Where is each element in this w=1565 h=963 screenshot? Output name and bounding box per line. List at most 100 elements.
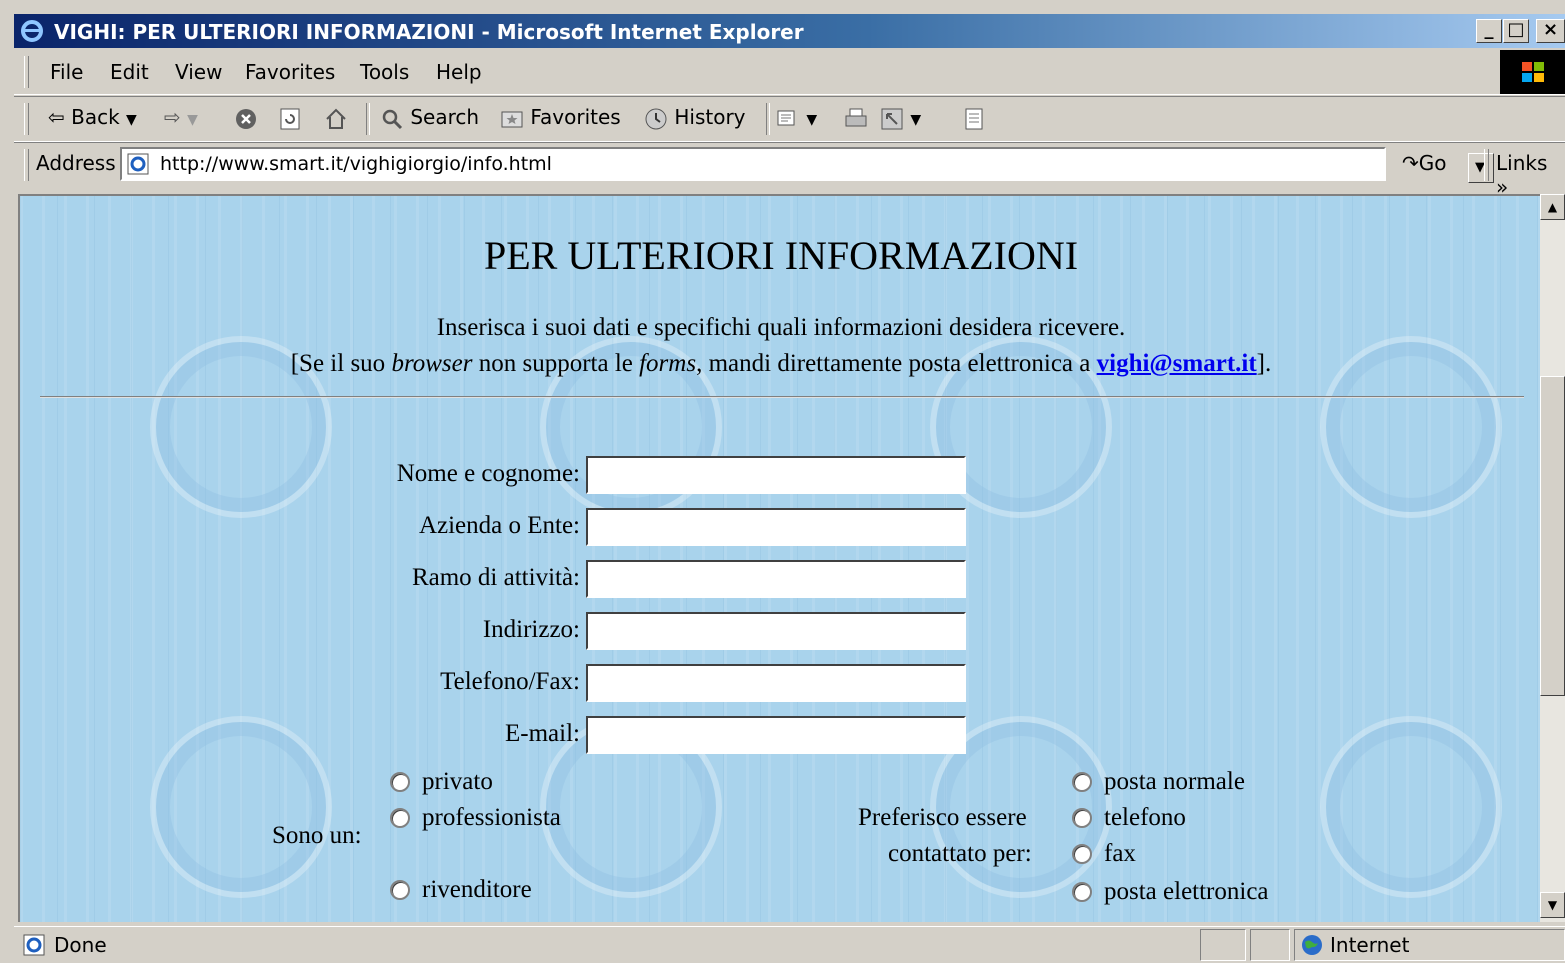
menu-view[interactable]: View: [175, 60, 222, 84]
ie-logo-icon: [21, 20, 43, 42]
back-dropdown-icon[interactable]: ▼: [126, 112, 137, 128]
window-title: VIGHI: PER ULTERIORI INFORMAZIONI - Micr…: [54, 20, 804, 44]
edit-button[interactable]: ▼: [880, 105, 921, 131]
toolbar-separator: [766, 103, 770, 135]
mail-button[interactable]: ▼: [776, 105, 817, 131]
scroll-up-icon: ▲: [1547, 200, 1558, 214]
home-button[interactable]: [324, 105, 348, 131]
address-url: http://www.smart.it/vighigiorgio/info.ht…: [160, 153, 552, 175]
forward-arrow-icon: ⇨: [164, 105, 181, 129]
print-icon: [845, 108, 867, 126]
vertical-scrollbar[interactable]: ▲ ▼: [1540, 194, 1565, 922]
company-label: Azienda o Ente:: [418, 512, 580, 539]
discuss-button[interactable]: [962, 105, 986, 131]
edit-icon: [881, 108, 903, 129]
intro-note: [Se il suo browser non supporta le forms…: [20, 350, 1540, 378]
radio-fax-label: fax: [1104, 840, 1136, 867]
scrollbar-thumb[interactable]: [1540, 376, 1565, 696]
intro-note-part: [Se il suo: [290, 350, 392, 377]
menu-favorites[interactable]: Favorites: [245, 60, 335, 84]
stop-button[interactable]: [234, 105, 258, 131]
radio-privato-label: privato: [422, 768, 493, 795]
email-link[interactable]: vighi@smart.it: [1097, 350, 1257, 377]
sector-input[interactable]: [586, 560, 966, 598]
email-input[interactable]: [586, 716, 966, 754]
intro-note-browser: browser: [391, 350, 473, 377]
status-text: Done: [54, 933, 107, 957]
contact-label-line2: contattato per:: [888, 840, 1032, 867]
search-label: Search: [410, 105, 480, 129]
radio-rivenditore[interactable]: [390, 880, 410, 900]
contact-label-line1: Preferisco essere: [858, 804, 1027, 831]
address-grip[interactable]: [24, 149, 29, 181]
edit-dropdown-icon[interactable]: ▼: [910, 112, 921, 128]
address-bar: Address http://www.smart.it/vighigiorgio…: [14, 142, 1565, 199]
menu-grip[interactable]: [24, 56, 29, 88]
go-label: Go: [1418, 151, 1447, 175]
menu-tools[interactable]: Tools: [360, 60, 409, 84]
radio-professionista[interactable]: [390, 808, 410, 828]
intro-note-part: , mandi direttamente posta elettronica a: [696, 350, 1097, 377]
title-bar: VIGHI: PER ULTERIORI INFORMAZIONI - Micr…: [14, 14, 1565, 48]
links-button[interactable]: Links »: [1496, 151, 1565, 199]
radio-posta-normale-label: posta normale: [1104, 768, 1245, 795]
go-button[interactable]: ↷Go: [1402, 151, 1447, 175]
forward-button[interactable]: ⇨ ▼: [164, 105, 198, 129]
toolbar-grip[interactable]: [24, 103, 29, 135]
zone-text: Internet: [1330, 933, 1410, 957]
radio-privato[interactable]: [390, 772, 410, 792]
address-input[interactable]: [586, 612, 966, 650]
radio-telefono-label: telefono: [1104, 804, 1186, 831]
radio-fax[interactable]: [1072, 844, 1092, 864]
refresh-icon: [280, 108, 300, 129]
intro-text: Inserisca i suoi dati e specifichi quali…: [436, 314, 1126, 341]
page-content: PER ULTERIORI INFORMAZIONI Inserisca i s…: [18, 194, 1540, 922]
sono-un-label: Sono un:: [272, 822, 362, 849]
status-panel: [1250, 929, 1290, 961]
radio-posta-normale[interactable]: [1072, 772, 1092, 792]
radio-telefono[interactable]: [1072, 808, 1092, 828]
maximize-button[interactable]: □: [1503, 19, 1529, 43]
status-panel: [1200, 929, 1246, 961]
favorites-button[interactable]: Favorites: [500, 105, 621, 131]
intro-note-part: non supporta le: [472, 350, 640, 377]
radio-rivenditore-label: rivenditore: [422, 876, 532, 903]
intro-note-forms: forms: [639, 350, 697, 377]
favorites-label: Favorites: [530, 105, 621, 129]
back-arrow-icon: ⇦: [48, 105, 65, 129]
forward-dropdown-icon[interactable]: ▼: [187, 112, 198, 128]
menu-help[interactable]: Help: [436, 60, 482, 84]
search-button[interactable]: Search: [380, 105, 479, 131]
address-dropdown-button[interactable]: ▼: [1468, 153, 1494, 183]
radio-posta-elettronica-label: posta elettronica: [1104, 878, 1269, 905]
address-input[interactable]: http://www.smart.it/vighigiorgio/info.ht…: [120, 147, 1494, 183]
globe-icon: [1302, 935, 1322, 955]
phone-fax-input[interactable]: [586, 664, 966, 702]
scroll-down-button[interactable]: ▼: [1540, 892, 1565, 918]
menu-file[interactable]: File: [50, 60, 83, 84]
mail-dropdown-icon[interactable]: ▼: [806, 112, 817, 128]
name-input[interactable]: [586, 456, 966, 494]
links-grip[interactable]: [1484, 149, 1489, 181]
page-title: PER ULTERIORI INFORMAZIONI: [483, 233, 1079, 278]
stop-icon: [236, 108, 256, 129]
menu-edit[interactable]: Edit: [110, 60, 149, 84]
page-icon: [127, 153, 149, 175]
back-button[interactable]: ⇦ Back ▼: [48, 105, 137, 129]
scroll-up-button[interactable]: ▲: [1540, 194, 1565, 220]
minimize-button[interactable]: _: [1476, 19, 1502, 43]
mail-icon: [777, 110, 795, 125]
radio-posta-elettronica[interactable]: [1072, 882, 1092, 902]
home-icon: [326, 108, 346, 129]
coin-watermark-icon: [1320, 716, 1502, 898]
refresh-button[interactable]: [278, 105, 302, 131]
address-label: Indirizzo:: [482, 616, 580, 643]
windows-logo-icon: [1500, 50, 1565, 94]
go-arrow-icon: ↷: [1402, 151, 1419, 175]
standard-toolbar: ⇦ Back ▼ ⇨ ▼ Search Favorites History ▼ …: [14, 96, 1565, 142]
print-button[interactable]: [844, 105, 868, 131]
company-input[interactable]: [586, 508, 966, 546]
close-button[interactable]: ×: [1536, 19, 1565, 43]
sector-label: Ramo di attività:: [411, 564, 580, 591]
history-button[interactable]: History: [644, 105, 746, 131]
